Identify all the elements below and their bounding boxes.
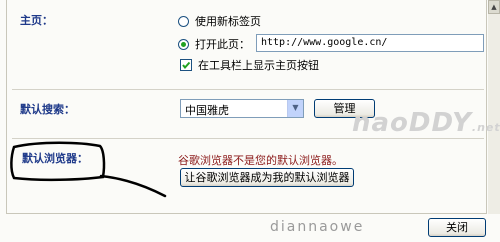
hand-drawn-annotation [10, 141, 167, 198]
